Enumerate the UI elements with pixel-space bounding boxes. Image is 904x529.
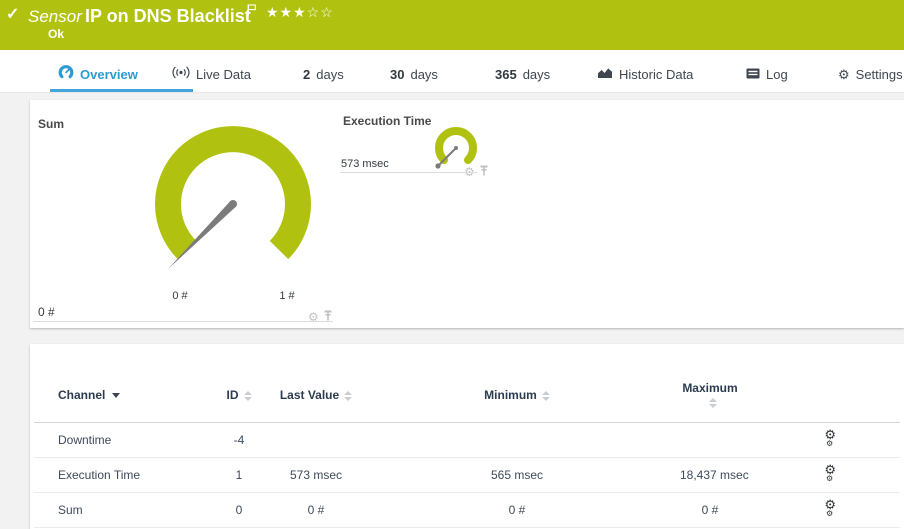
card-action-icons: ⚙ (308, 308, 333, 326)
channels-table: Channel ID Last Value Minimum Maximum Do… (34, 368, 900, 528)
sensor-header: ✓ Sensor IP on DNS Blacklist ★★★☆☆ Ok (0, 0, 904, 50)
tab-label: days (316, 66, 344, 82)
column-header-minimum[interactable]: Minimum (354, 368, 680, 423)
active-tab-underline (50, 89, 193, 92)
cell-maximum: 0 # (680, 492, 740, 528)
log-icon (746, 67, 760, 82)
tab-label: Live Data (196, 66, 251, 82)
cell-minimum: 565 msec (354, 457, 680, 493)
tab-label: Overview (80, 66, 138, 82)
channel-settings-icon[interactable]: ⚙ ⚙ (810, 427, 836, 448)
tab-label: Historic Data (619, 66, 694, 82)
gauge-icon (58, 65, 74, 83)
card-divider (340, 172, 477, 173)
tab-365-days[interactable]: 365 days (495, 61, 550, 87)
tab-label: days (522, 66, 551, 82)
cell-id: 0 (200, 492, 278, 528)
tab-overview[interactable]: Overview (58, 61, 138, 87)
sum-gauge (155, 126, 311, 269)
table-row[interactable]: Execution Time 1 573 msec 565 msec 18,43… (34, 457, 900, 493)
flag-icon[interactable] (247, 3, 257, 21)
stars-empty: ☆☆ (306, 4, 334, 20)
tab-bar: Overview Live Data 2 days 30 days 365 da… (0, 50, 904, 93)
tab-number: 30 (390, 66, 405, 82)
tab-settings[interactable]: ⚙ Settings (838, 61, 903, 87)
cell-minimum (354, 422, 680, 458)
sort-icon (708, 397, 717, 408)
sensor-page: ✓ Sensor IP on DNS Blacklist ★★★☆☆ Ok Ov… (0, 0, 904, 529)
header-label: ID (226, 387, 239, 402)
cell-id: 1 (200, 457, 278, 493)
header-label: Maximum (682, 380, 738, 395)
cell-last-value: 573 msec (278, 457, 354, 493)
channel-settings-icon[interactable]: ⚙ ⚙ (810, 462, 836, 483)
table-header-row: Channel ID Last Value Minimum Maximum (34, 368, 900, 423)
sort-desc-icon (112, 393, 121, 399)
column-header-last-value[interactable]: Last Value (278, 368, 354, 423)
header-label: Last Value (279, 387, 340, 402)
cell-last-value (278, 422, 354, 458)
column-header-id[interactable]: ID (200, 368, 278, 423)
cell-channel[interactable]: Downtime (34, 422, 200, 458)
sort-icon (541, 390, 550, 401)
gauges-panel: Sum 0 # 1 # 0 # ⚙ Execution Time 573 mse… (30, 100, 904, 328)
sort-icon (243, 390, 252, 401)
priority-stars[interactable]: ★★★☆☆ (266, 4, 334, 21)
cell-minimum: 0 # (354, 492, 680, 528)
header-label: Minimum (484, 387, 537, 402)
cell-maximum (680, 422, 740, 458)
gear-icon: ⚙ (838, 66, 850, 82)
sensor-kind-label: Sensor (28, 7, 82, 26)
pin-icon[interactable] (323, 308, 333, 326)
column-header-maximum[interactable]: Maximum (680, 368, 740, 423)
tab-number: 365 (495, 66, 517, 82)
gauge-current-value: 0 # (38, 305, 55, 319)
gauge-title-sum: Sum (38, 117, 65, 131)
gauge-min-label: 0 # (172, 290, 188, 302)
table-row[interactable]: Sum 0 0 # 0 # 0 # ⚙ ⚙ (34, 492, 900, 528)
tab-label: Settings (855, 66, 903, 82)
gauge-max-label: 1 # (279, 290, 295, 302)
cell-last-value: 0 # (278, 492, 354, 528)
tab-number: 2 (303, 66, 311, 82)
header-label: Channel (58, 387, 106, 402)
cell-id: -4 (200, 422, 278, 458)
table-row[interactable]: Downtime -4 ⚙ ⚙ (34, 422, 900, 458)
column-header-actions (740, 368, 900, 423)
tab-label: days (410, 66, 438, 82)
stars-filled: ★★★ (266, 4, 307, 20)
channel-settings-icon[interactable]: ⚙ ⚙ (810, 497, 836, 518)
tab-2-days[interactable]: 2 days (303, 61, 344, 87)
status-check-icon: ✓ (6, 6, 20, 23)
gauge-title-execution-time: Execution Time (343, 114, 432, 128)
tab-log[interactable]: Log (746, 61, 788, 87)
cell-maximum: 18,437 msec (680, 457, 749, 493)
sensor-status: Ok (48, 27, 65, 41)
area-chart-icon (597, 67, 613, 82)
tab-label: Log (766, 66, 788, 82)
cell-channel[interactable]: Execution Time (34, 457, 200, 493)
tab-historic-data[interactable]: Historic Data (597, 61, 693, 87)
mini-gauge-value: 573 msec (341, 158, 389, 170)
sensor-title: IP on DNS Blacklist (85, 6, 251, 26)
tab-live-data[interactable]: Live Data (172, 61, 251, 87)
tab-30-days[interactable]: 30 days (390, 61, 438, 87)
broadcast-icon (172, 66, 190, 82)
pin-icon[interactable] (479, 163, 489, 181)
sort-icon (344, 390, 353, 401)
cell-channel[interactable]: Sum (34, 492, 200, 528)
channels-panel: Channel ID Last Value Minimum Maximum Do… (30, 344, 904, 529)
card-divider (33, 321, 333, 322)
column-header-channel[interactable]: Channel (34, 368, 200, 423)
